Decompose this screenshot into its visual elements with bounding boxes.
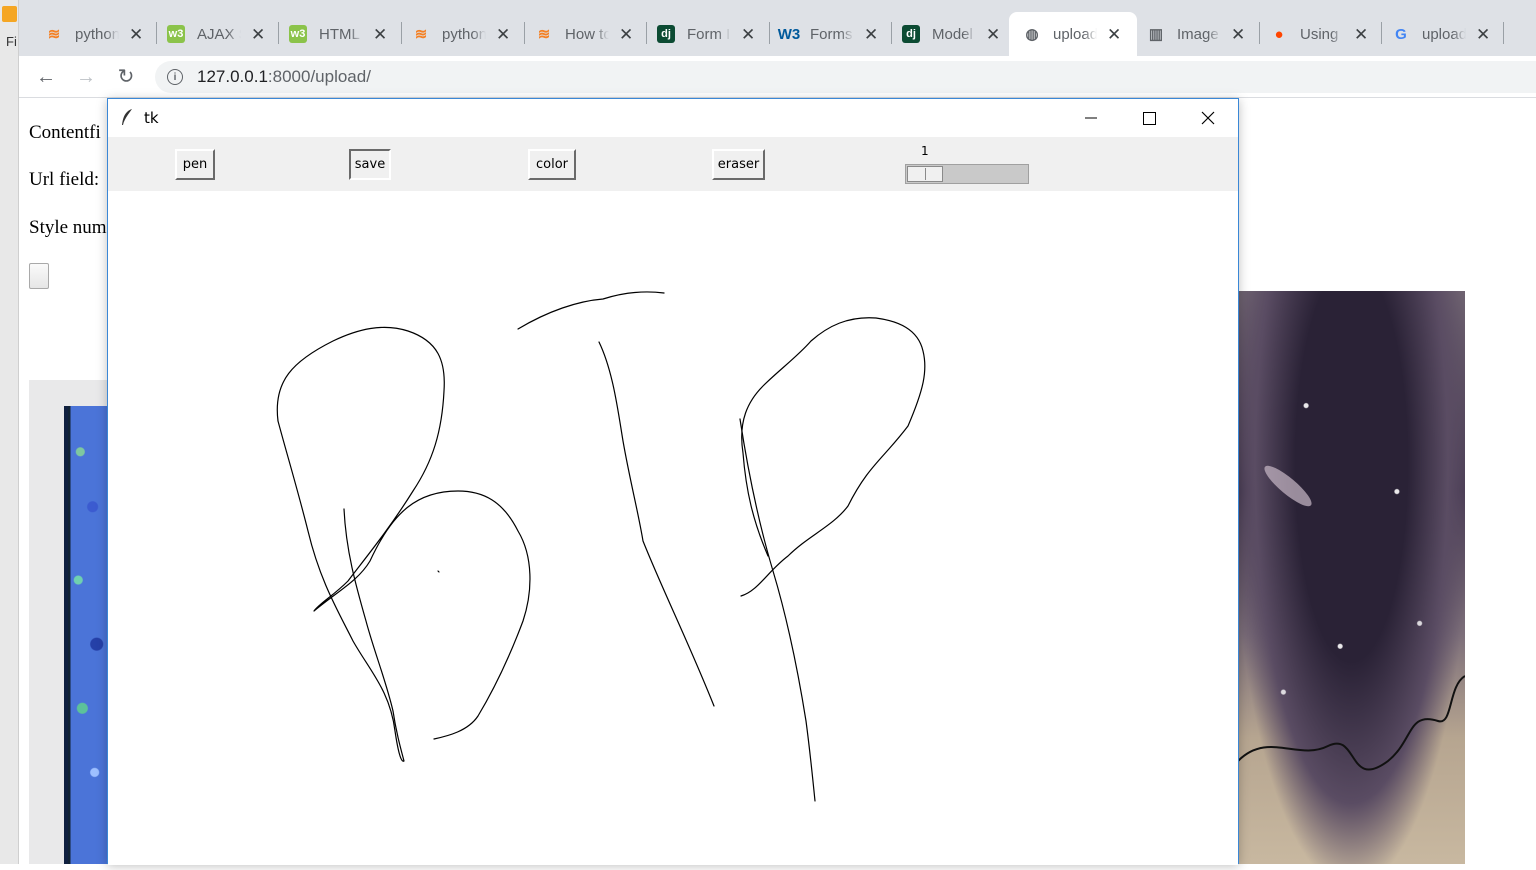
galaxy-image-detail — [1238, 465, 1465, 771]
scale-slider-handle[interactable] — [907, 166, 943, 182]
address-bar[interactable]: i 127.0.0.1:8000/upload/ — [155, 61, 1536, 93]
close-icon[interactable] — [1185, 103, 1231, 133]
maximize-icon[interactable] — [1126, 103, 1172, 133]
stroke-p-stem — [739, 418, 816, 802]
pen-button[interactable]: pen — [175, 149, 215, 180]
tk-titlebar[interactable]: tk — [108, 99, 1238, 137]
pen-size-value: 1 — [921, 144, 929, 158]
reddit-icon: ● — [1274, 25, 1284, 43]
drawing-canvas[interactable] — [108, 191, 1238, 865]
tab-close-icon[interactable]: ✕ — [251, 26, 265, 43]
tab-close-icon[interactable]: ✕ — [619, 26, 633, 43]
url-text[interactable]: 127.0.0.1:8000/upload/ — [197, 67, 371, 87]
tab-separator — [1503, 22, 1504, 44]
browser-tab[interactable]: ◍ upload ✕ — [1009, 12, 1137, 56]
globe-icon: ◍ — [1025, 26, 1039, 43]
stackoverflow-icon: ≋ — [47, 26, 61, 43]
back-arrow-icon[interactable]: ← — [34, 65, 58, 89]
site-info-icon[interactable]: i — [167, 69, 183, 85]
google-icon: G — [1395, 25, 1407, 43]
tab-title: Forms — [810, 25, 853, 43]
browser-tab[interactable]: ≋ python ✕ — [402, 12, 525, 56]
tab-title: AJAX S — [197, 25, 241, 43]
tk-window: tk pen save color eraser 1 — [107, 98, 1239, 865]
url-host: 127.0.0.1 — [197, 67, 268, 86]
tab-title: python — [442, 25, 486, 43]
browser-tab[interactable]: ≋ How to ✕ — [525, 12, 647, 56]
pen-size-scale[interactable] — [905, 164, 1029, 184]
tab-close-icon[interactable]: ✕ — [1107, 26, 1121, 43]
stackoverflow-icon: ≋ — [537, 26, 551, 43]
browser-tab[interactable]: ▥ Image ✕ — [1137, 12, 1260, 56]
reload-icon[interactable]: ↻ — [114, 65, 138, 89]
url-field-label: Url field: — [29, 169, 100, 190]
tab-close-icon[interactable]: ✕ — [1476, 26, 1490, 43]
color-button[interactable]: color — [528, 149, 576, 180]
browser-tab[interactable]: dj Model ✕ — [892, 12, 1009, 56]
style-num-label: Style num — [29, 217, 107, 238]
tab-title: Model — [932, 25, 973, 43]
tab-close-icon[interactable]: ✕ — [496, 26, 510, 43]
django-icon: dj — [657, 25, 675, 43]
feather-icon — [122, 109, 132, 125]
tab-title: How to — [565, 25, 609, 43]
stroke-t-top — [517, 291, 665, 330]
submit-button[interactable] — [29, 263, 49, 289]
galaxy-image-right — [1238, 291, 1465, 864]
browser-toolbar: ← → ↻ i 127.0.0.1:8000/upload/ — [19, 56, 1536, 98]
stroke-b-loop — [276, 326, 531, 740]
w3schools-icon: w3 — [289, 25, 307, 43]
tab-title: upload — [1053, 25, 1097, 43]
forward-arrow-icon[interactable]: → — [74, 65, 98, 89]
tab-close-icon[interactable]: ✕ — [986, 26, 1000, 43]
background-app-strip: Fi — [0, 0, 19, 864]
tab-title: HTML — [319, 25, 360, 43]
sublime-icon — [2, 6, 17, 22]
minimize-icon[interactable] — [1068, 103, 1114, 133]
save-button[interactable]: save — [349, 149, 391, 180]
tab-strip: ≋ python ✕ w3 AJAX S ✕ w3 HTML ✕ ≋ python ✕ ≋ How to ✕… — [19, 0, 1536, 56]
drawing-strokes — [276, 291, 926, 802]
tab-title: Image — [1177, 25, 1219, 43]
tab-close-icon[interactable]: ✕ — [373, 26, 387, 43]
browser-tab[interactable]: Gupload ✕ — [1382, 12, 1504, 56]
w3c-icon: W3 — [777, 25, 801, 43]
eraser-button[interactable]: eraser — [712, 149, 765, 180]
tab-title: python — [75, 25, 119, 43]
browser-tab[interactable]: w3 AJAX S ✕ — [157, 12, 279, 56]
tab-close-icon[interactable]: ✕ — [741, 26, 755, 43]
tk-toolbar: pen save color eraser 1 — [108, 137, 1238, 191]
tab-title: Using — [1300, 25, 1339, 43]
tk-title: tk — [144, 109, 159, 127]
url-path: :8000/upload/ — [267, 67, 371, 86]
tab-title: upload — [1422, 25, 1466, 43]
browser-tab[interactable]: w3 HTML ✕ — [279, 12, 402, 56]
stackoverflow-icon: ≋ — [414, 26, 428, 43]
browser-tab[interactable]: W3 Forms ✕ — [770, 12, 892, 56]
tab-title: Form I — [687, 25, 731, 43]
tab-close-icon[interactable]: ✕ — [129, 26, 143, 43]
tab-close-icon[interactable]: ✕ — [1354, 26, 1368, 43]
tab-close-icon[interactable]: ✕ — [864, 26, 878, 43]
stroke-t-stem — [598, 341, 715, 707]
browser-tab[interactable]: ≋ python ✕ — [35, 12, 157, 56]
django-icon: dj — [902, 25, 920, 43]
painting-canvas — [64, 406, 109, 864]
w3schools-icon: w3 — [167, 25, 185, 43]
browser-tab[interactable]: ● Using ✕ — [1260, 12, 1382, 56]
stroke-b-stem — [277, 420, 405, 762]
contentfile-label: Contentfi — [29, 122, 101, 143]
tab-close-icon[interactable]: ✕ — [1231, 26, 1245, 43]
background-app-text: Fi — [6, 34, 17, 49]
docs-icon: ▥ — [1148, 26, 1164, 43]
painting-image-left — [29, 380, 109, 864]
stroke-b-dot — [437, 570, 440, 573]
browser-tab[interactable]: dj Form I ✕ — [647, 12, 770, 56]
